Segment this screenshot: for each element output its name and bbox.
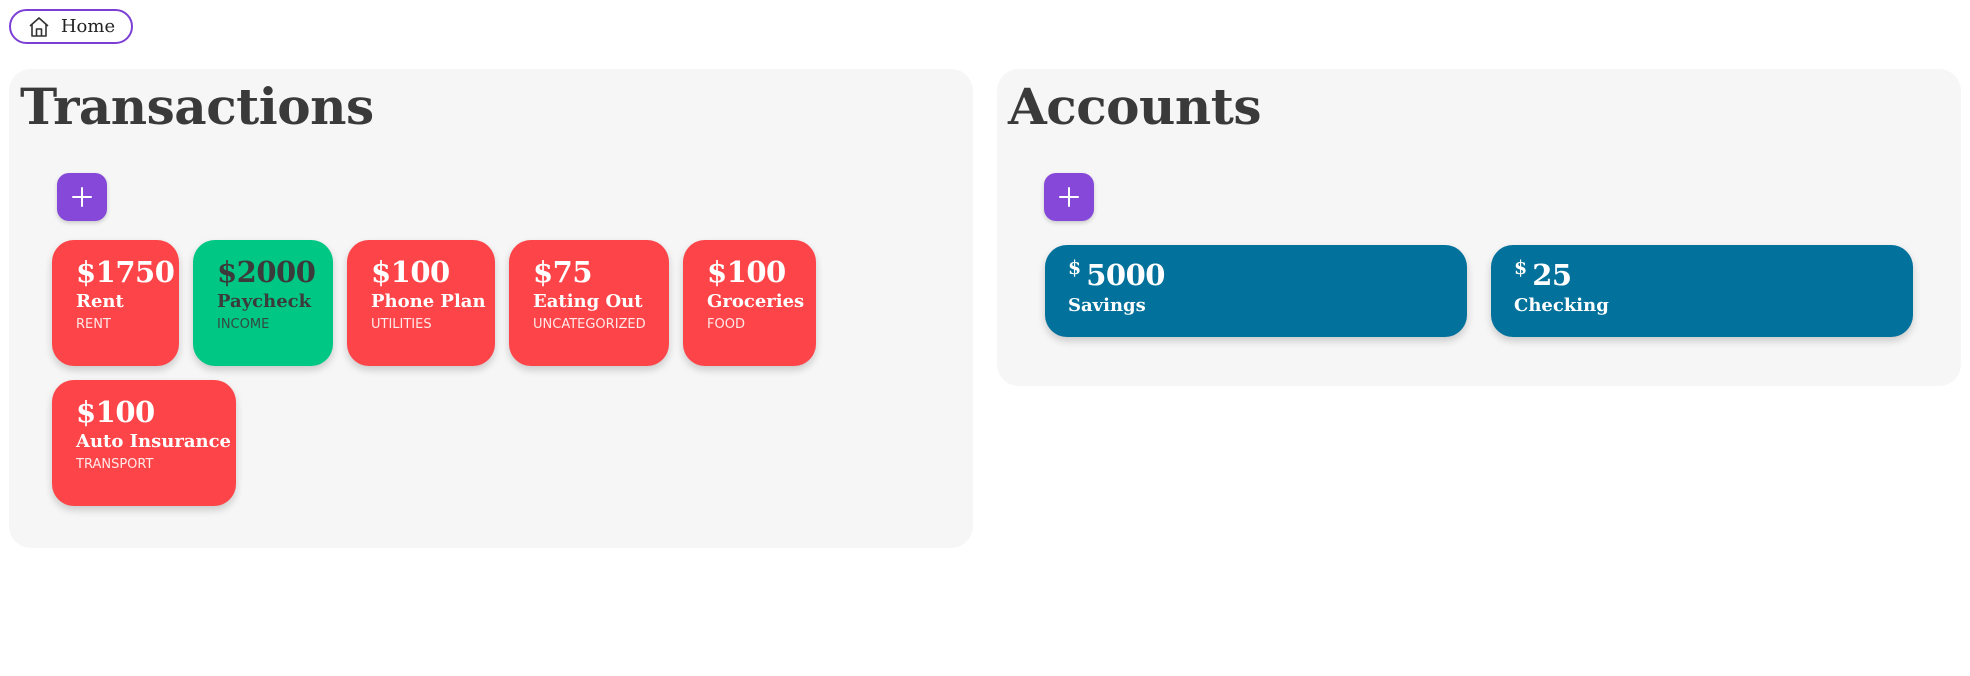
home-button[interactable]: Home	[9, 9, 133, 44]
transaction-name: Auto Insurance	[76, 431, 232, 452]
add-transaction-button[interactable]	[57, 173, 107, 221]
transaction-name: Phone Plan	[371, 291, 486, 312]
transaction-card[interactable]: $2000 Paycheck INCOME	[193, 240, 333, 366]
transaction-amount: $100	[707, 255, 786, 289]
transaction-name: Groceries	[707, 291, 805, 312]
transaction-category: INCOME	[217, 317, 270, 332]
home-label: Home	[60, 16, 116, 37]
account-balance: $ 25	[1514, 257, 1891, 293]
account-card[interactable]: $ 5000 Savings	[1045, 245, 1467, 337]
account-card[interactable]: $ 25 Checking	[1491, 245, 1913, 337]
transaction-card[interactable]: $100 Auto Insurance TRANSPORT	[52, 380, 236, 506]
transaction-category: TRANSPORT	[76, 457, 154, 472]
plus-icon	[72, 187, 92, 207]
transaction-amount: $1750	[76, 255, 175, 289]
account-name: Checking	[1514, 295, 1609, 316]
account-currency: $	[1514, 257, 1528, 279]
transaction-card[interactable]: $100 Groceries FOOD	[683, 240, 816, 366]
account-amount: 25	[1532, 258, 1572, 292]
account-name: Savings	[1068, 295, 1146, 316]
transaction-category: UNCATEGORIZED	[533, 317, 646, 332]
transaction-amount: $2000	[217, 255, 316, 289]
transaction-category: UTILITIES	[371, 317, 432, 332]
accounts-title: Accounts	[1008, 77, 1261, 136]
transaction-amount: $75	[533, 255, 593, 289]
transactions-panel: Transactions $1750 Rent RENT $2000 Paych…	[9, 69, 973, 548]
transaction-card[interactable]: $1750 Rent RENT	[52, 240, 179, 366]
account-currency: $	[1068, 257, 1082, 279]
account-amount: 5000	[1086, 258, 1165, 292]
transaction-amount: $100	[76, 395, 155, 429]
account-balance: $ 5000	[1068, 257, 1445, 293]
home-icon	[27, 15, 51, 39]
transaction-name: Paycheck	[217, 291, 312, 312]
transaction-category: FOOD	[707, 317, 745, 332]
plus-icon	[1059, 187, 1079, 207]
transactions-title: Transactions	[20, 77, 374, 136]
transaction-card[interactable]: $100 Phone Plan UTILITIES	[347, 240, 495, 366]
transaction-name: Rent	[76, 291, 124, 312]
transaction-amount: $100	[371, 255, 450, 289]
transaction-name: Eating Out	[533, 291, 643, 312]
transaction-category: RENT	[76, 317, 111, 332]
accounts-panel: Accounts $ 5000 Savings $ 25 Checking	[997, 69, 1961, 386]
transaction-card[interactable]: $75 Eating Out UNCATEGORIZED	[509, 240, 669, 366]
add-account-button[interactable]	[1044, 173, 1094, 221]
